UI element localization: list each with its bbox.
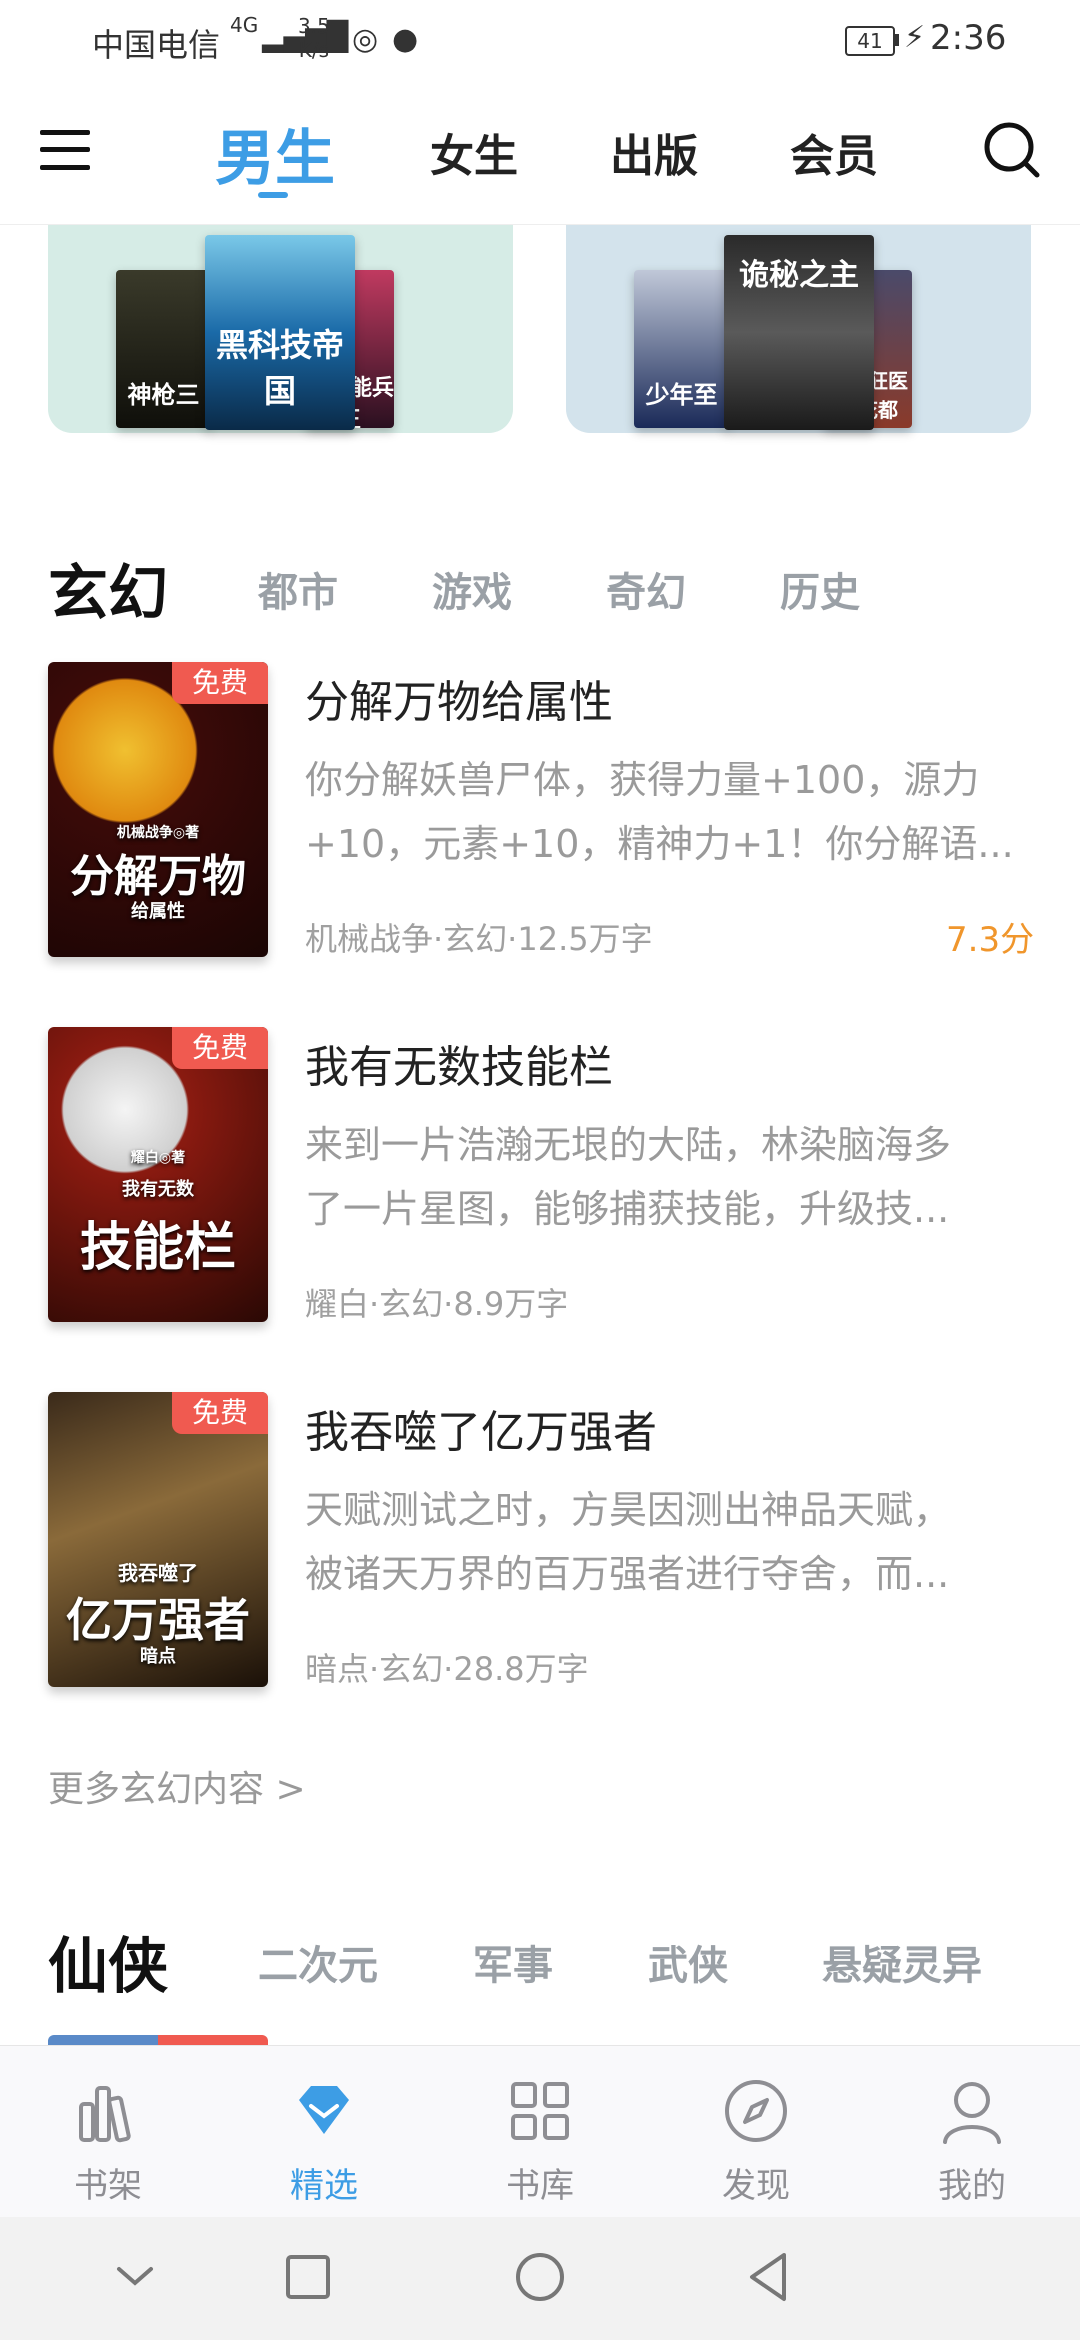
banner-book-title: 黑科技帝国 [215,326,344,410]
category-tab[interactable]: 二次元 [258,1933,378,1991]
description-line: 被诸天万界的百万强者进行夺舍，而... [305,1552,950,1596]
tab-vip[interactable]: 会员 [790,120,878,184]
book-meta: 机械战争·玄幻·12.5万字 [305,920,653,958]
book-meta: 耀白·玄幻·8.9万字 [305,1285,569,1323]
cover-subtitle: 我有无数 [122,1179,194,1200]
tab-label: 书库 [506,2166,574,2206]
back-icon[interactable] [738,2247,798,2307]
tab-library[interactable]: 书库 [432,2046,648,2218]
book-description: 天赋测试之时，方昊因测出神品天赋， 被诸天万界的百万强者进行夺舍，而... [305,1478,1035,1606]
cover-title: 分解万物 [70,851,246,902]
tab-publish[interactable]: 出版 [610,120,698,184]
tab-label: 书架 [74,2166,142,2206]
search-icon[interactable] [982,120,1042,180]
book-cover: 免费 我吞噬了 亿万强者 暗点 [48,1392,268,1687]
user-icon [943,2082,1001,2144]
free-badge: 免费 [172,1027,268,1069]
status-bar: 中国电信 4G ▂▄▆█ 3.5 K/s ◎ ● 41 ⚡ 2:36 [0,0,1080,80]
menu-icon[interactable] [40,125,90,175]
tab-label: 我的 [938,2166,1006,2206]
free-badge: 免费 [172,1392,268,1434]
book-title: 分解万物给属性 [305,677,613,728]
book-item[interactable]: 免费 分解万物 给属性 机械战争◎著 分解万物给属性 你分解妖兽尸体，获得力量+… [0,660,1080,960]
free-badge: 免费 [172,662,268,704]
app-notification-icon: ◎ [352,22,379,57]
cover-subtitle: 我吞噬了 [118,1561,198,1585]
tab-discover[interactable]: 发现 [648,2046,864,2218]
banner-book-cover: 少年至 [634,270,729,428]
category-tab[interactable]: 军事 [473,1933,553,1991]
banner-left[interactable]: 神枪三 超神能兵王 黑科技帝国 [48,225,513,433]
chevron-down-icon[interactable] [105,2247,165,2307]
description-line: 了一片星图，能够捕获技能，升级技... [305,1187,950,1231]
charging-icon: ⚡ [904,20,926,55]
more-fantasy-link[interactable]: 更多玄幻内容 > [48,1760,306,1812]
category-title[interactable]: 玄幻 [48,545,168,632]
banner-book-title: 诡秘之主 [739,258,859,293]
cover-author: 机械战争◎著 [116,825,200,841]
tab-female[interactable]: 女生 [430,120,518,184]
banner-book-title: 神枪三 [127,381,200,409]
system-nav-bar [0,2217,1080,2340]
category-tab[interactable]: 奇幻 [606,560,686,618]
compass-icon [725,2080,787,2142]
description-line: 天赋测试之时，方昊因测出神品天赋， [305,1488,952,1532]
banner-right[interactable]: 少年至 超级狂医在花都 诡秘之主 [566,225,1031,433]
recent-apps-icon[interactable] [278,2247,338,2307]
cover-title: 技能栏 [79,1217,236,1278]
globe-icon: ● [392,22,419,57]
book-cover: 免费 分解万物 给属性 机械战争◎著 [48,662,268,957]
banner-book-title: 少年至 [645,381,718,409]
banner-book-cover: 神枪三 [116,270,211,428]
diamond-icon [299,2086,349,2134]
speed-value: 3.5 [298,14,330,38]
active-tab-indicator [258,192,288,198]
cover-author: 耀白◎著 [130,1150,186,1166]
cover-title: 亿万强者 [66,1593,250,1647]
speed-unit: K/s [298,38,330,62]
home-icon[interactable] [510,2247,570,2307]
book-item[interactable]: 免费 我吞噬了 亿万强者 暗点 我吞噬了亿万强者 天赋测试之时，方昊因测出神品天… [0,1390,1080,1690]
book-description: 来到一片浩瀚无垠的大陆，林染脑海多 了一片星图，能够捕获技能，升级技... [305,1113,1035,1241]
battery-indicator: 41 [845,26,895,56]
book-meta: 暗点·玄幻·28.8万字 [305,1650,589,1688]
description-line: +10，元素+10，精神力+1！你分解语... [305,822,1014,866]
category-tab[interactable]: 武侠 [648,1933,728,1991]
book-description: 你分解妖兽尸体，获得力量+100，源力 +10，元素+10，精神力+1！你分解语… [305,748,1035,876]
banner-book-cover: 诡秘之主 [724,235,874,430]
description-line: 你分解妖兽尸体，获得力量+100，源力 [305,758,980,802]
tab-featured[interactable]: 精选 [216,2046,432,2218]
tab-bookshelf[interactable]: 书架 [0,2046,216,2218]
description-line: 来到一片浩瀚无垠的大陆，林染脑海多 [305,1123,952,1167]
category-tab[interactable]: 悬疑灵异 [822,1933,982,1991]
top-nav: 男生 女生 出版 会员 [0,80,1080,225]
cover-subtitle: 给属性 [131,901,185,922]
book-score: 7.3分 [946,920,1035,960]
book-title: 我有无数技能栏 [305,1042,613,1093]
tab-label: 发现 [722,2166,790,2206]
tab-profile[interactable]: 我的 [864,2046,1080,2218]
book-title: 我吞噬了亿万强者 [305,1407,657,1458]
tab-label: 精选 [290,2166,358,2206]
grid-icon [511,2082,569,2140]
clock: 2:36 [930,18,1007,58]
carrier-name: 中国电信 [92,26,221,64]
category-tab[interactable]: 历史 [780,560,860,618]
network-speed: 3.5 K/s [298,14,330,62]
book-cover: 免费 技能栏 我有无数 耀白◎著 [48,1027,268,1322]
network-type: 4G [230,13,259,37]
category-title[interactable]: 仙侠 [48,1918,168,2005]
tab-male[interactable]: 男生 [215,110,335,197]
bookshelf-icon [79,2086,131,2143]
battery-tip [895,34,899,46]
category-tab[interactable]: 游戏 [432,560,512,618]
book-item[interactable]: 免费 技能栏 我有无数 耀白◎著 我有无数技能栏 来到一片浩瀚无垠的大陆，林染脑… [0,1025,1080,1325]
category-tab[interactable]: 都市 [258,560,338,618]
cover-author: 暗点 [140,1646,176,1667]
bottom-tab-bar: 书架 精选 书库 发现 我的 [0,2045,1080,2218]
banner-book-cover: 黑科技帝国 [205,235,355,430]
